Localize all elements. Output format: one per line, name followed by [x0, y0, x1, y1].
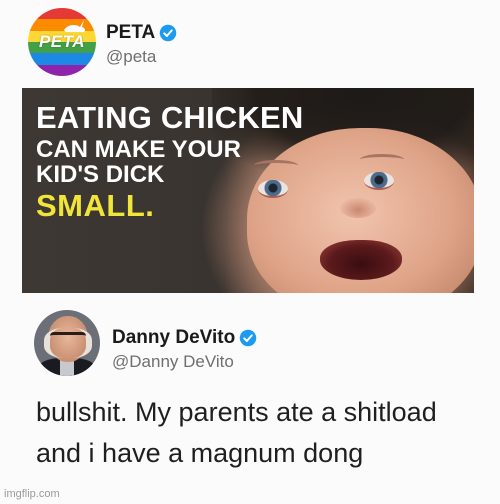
peta-user-block[interactable]: PETA @peta [106, 22, 177, 67]
caption-line-4: SMALL. [36, 188, 155, 223]
caption-line-2: CAN MAKE YOUR [36, 136, 241, 163]
tweet-text-line-2: and i have a magnum dong [36, 438, 364, 468]
devito-tweet-text: bullshit. My parents ate a shitload and … [36, 392, 486, 474]
imgflip-watermark: imgflip.com [4, 488, 60, 500]
devito-name-row: Danny DeVito [112, 327, 257, 349]
verified-badge-icon [239, 329, 257, 347]
peta-display-name: PETA [106, 22, 156, 43]
meme-frame: PETA PETA @peta EATING CHICKEN CAN MAKE … [0, 0, 500, 504]
tweet-text-line-1: bullshit. My parents ate a shitload [36, 397, 437, 427]
baby-right-brow [360, 154, 404, 165]
verified-badge-icon [160, 24, 177, 42]
peta-avatar[interactable]: PETA [28, 8, 96, 76]
avatar-glasses [50, 332, 86, 345]
caption-line-1: EATING CHICKEN [36, 100, 304, 135]
devito-display-name: Danny DeVito [112, 327, 236, 348]
baby-nose [340, 198, 376, 218]
meme-image[interactable]: EATING CHICKEN CAN MAKE YOUR KID'S DICK … [22, 88, 474, 293]
baby-crying-mouth [320, 240, 402, 280]
peta-name-row: PETA [106, 22, 177, 44]
devito-handle: @Danny DeVito [112, 352, 234, 371]
peta-logo-text: PETA [38, 32, 86, 51]
devito-avatar[interactable] [34, 310, 100, 376]
caption-line-3: KID'S DICK [36, 161, 165, 188]
peta-handle: @peta [106, 47, 157, 66]
baby-right-eye [364, 172, 394, 190]
meme-caption: EATING CHICKEN CAN MAKE YOUR KID'S DICK … [36, 102, 303, 221]
devito-user-block[interactable]: Danny DeVito @Danny DeVito [112, 327, 257, 372]
